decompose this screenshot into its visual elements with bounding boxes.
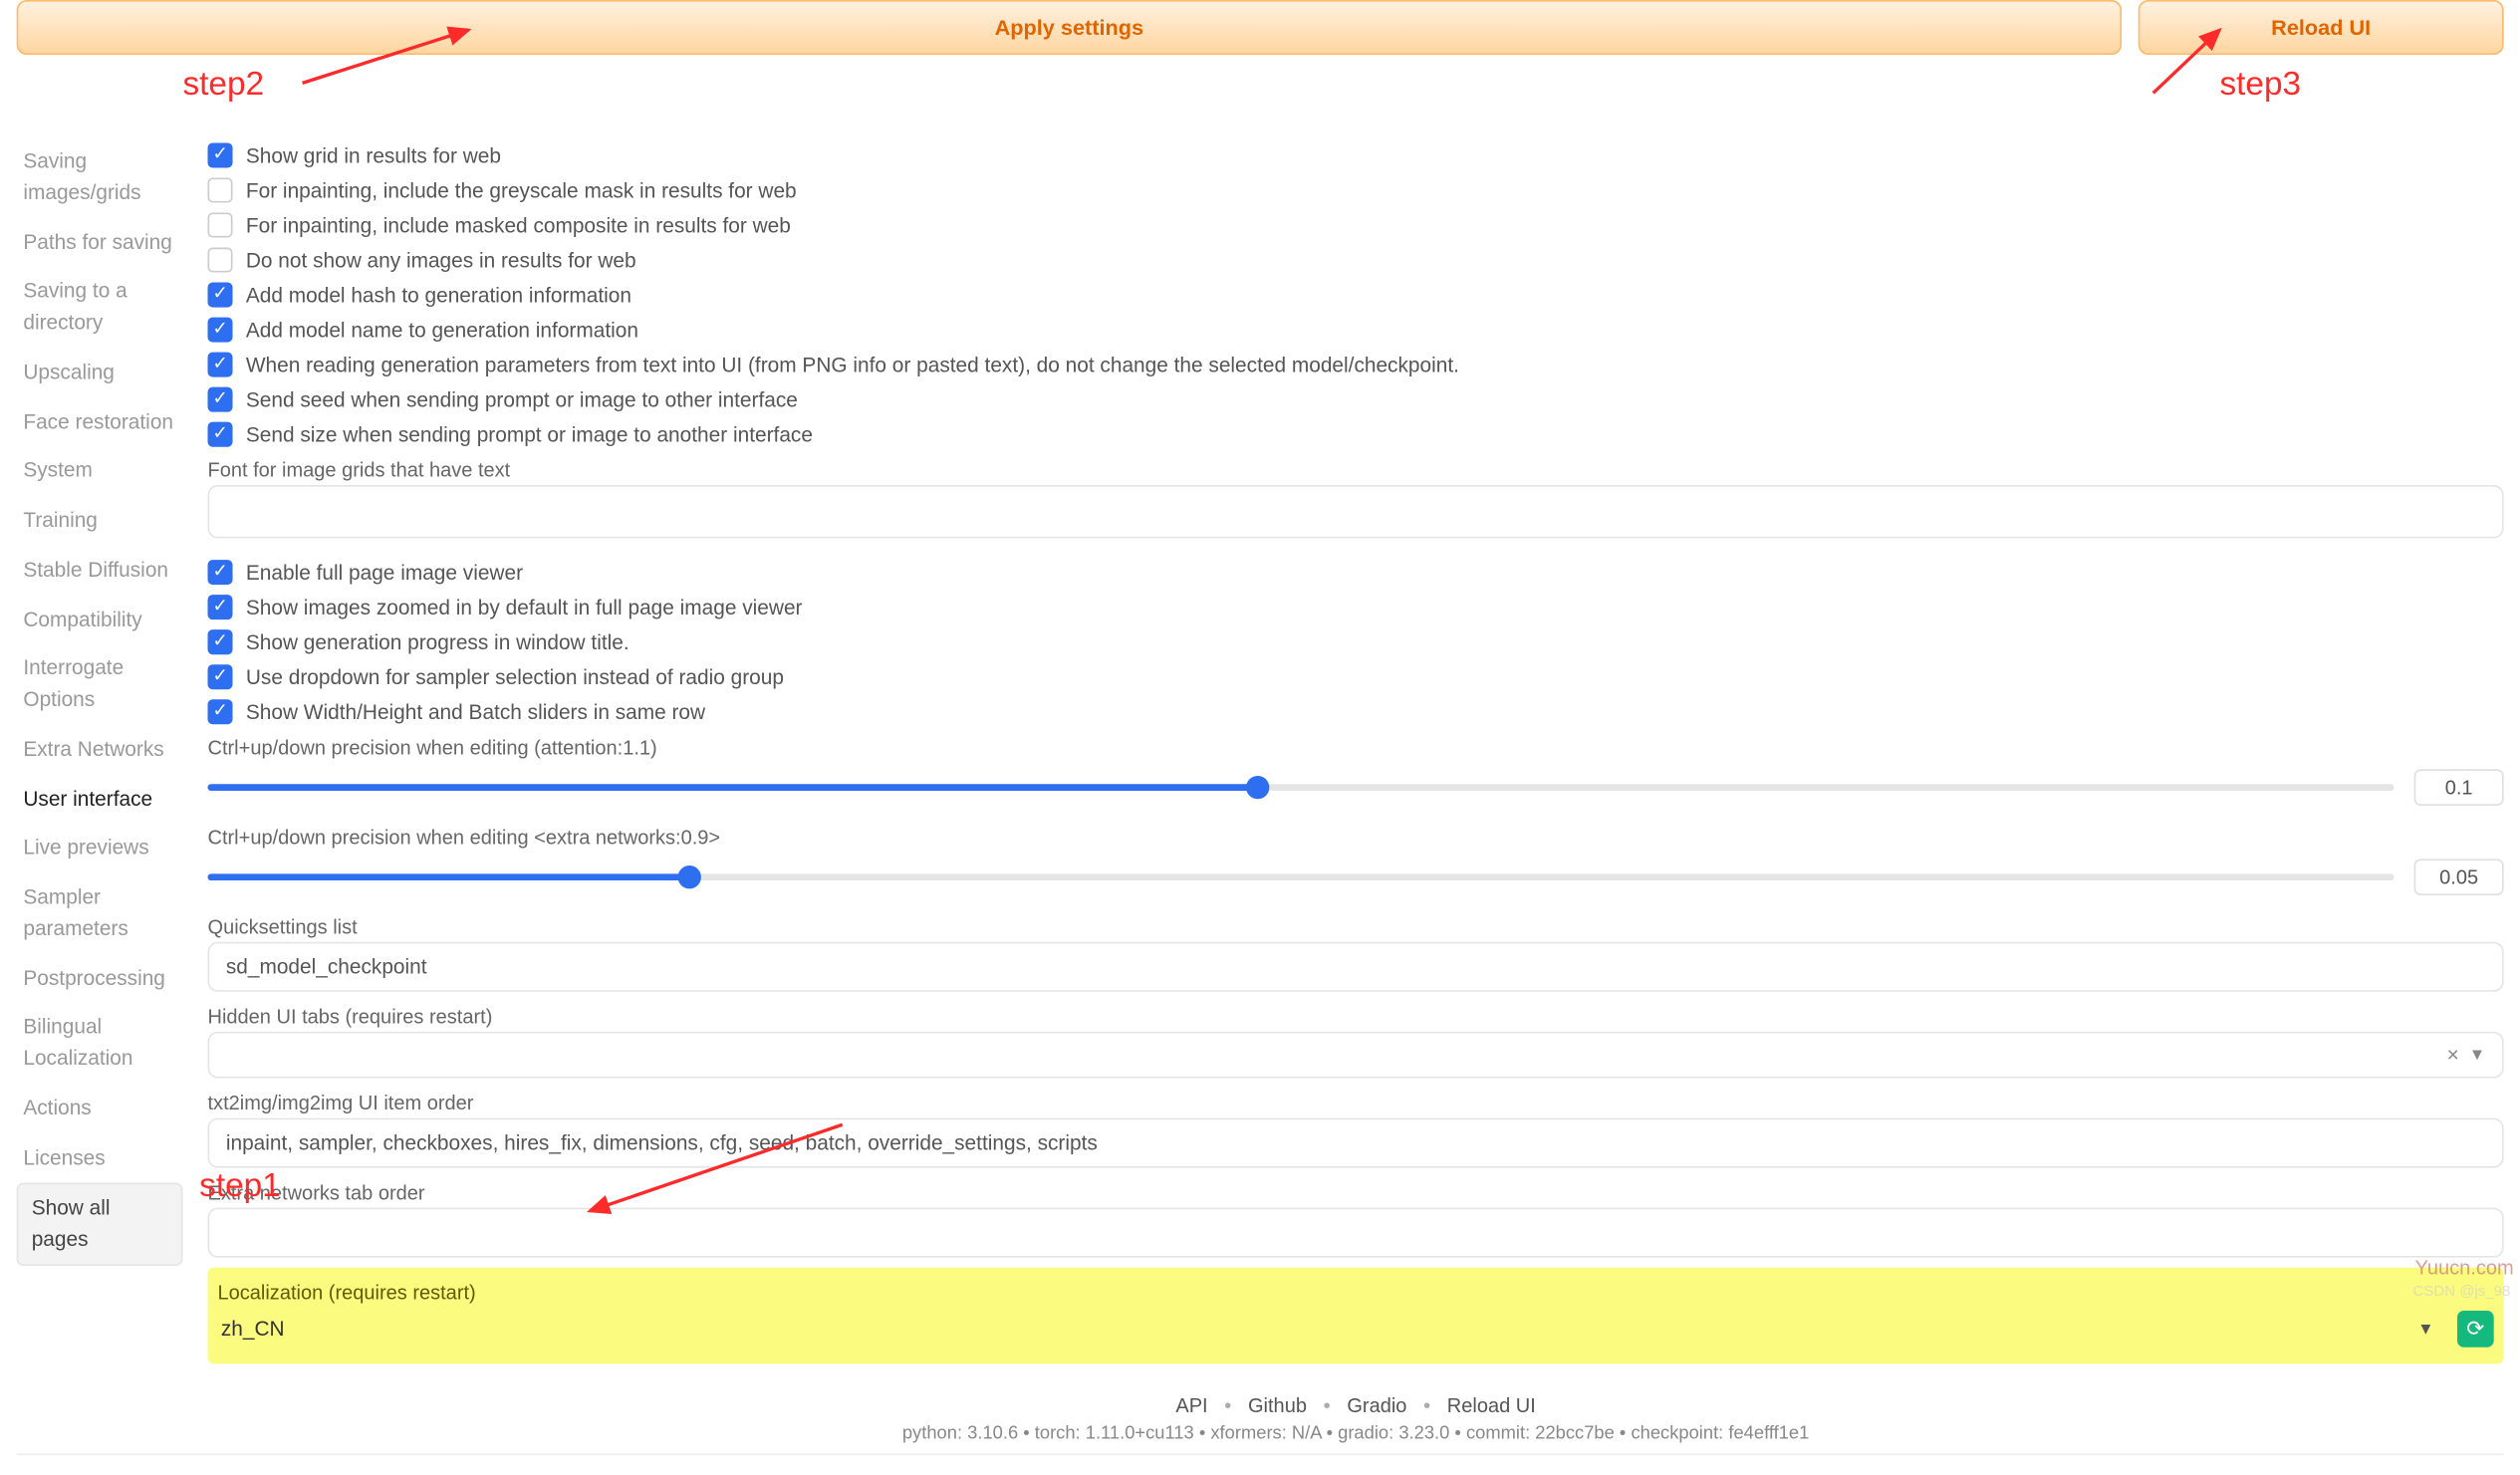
checkbox[interactable] xyxy=(208,213,233,238)
apply-settings-button[interactable]: Apply settings xyxy=(17,0,2122,55)
quicksettings-input[interactable] xyxy=(208,942,2504,992)
footer: API•Github•Gradio•Reload UI python: 3.10… xyxy=(208,1393,2504,1443)
setting-label: Use dropdown for sampler selection inste… xyxy=(246,665,784,688)
checkbox[interactable] xyxy=(208,177,233,202)
localization-section: Localization (requires restart) zh_CN ▼ … xyxy=(208,1268,2504,1364)
sidebar-item-upscaling[interactable]: Upscaling xyxy=(17,349,183,396)
quicksettings-label: Quicksettings list xyxy=(208,915,2504,938)
sidebar-item-user-interface[interactable]: User interface xyxy=(17,775,183,823)
sidebar-item-sampler-parameters[interactable]: Sampler parameters xyxy=(17,873,183,952)
footer-link-gradio[interactable]: Gradio xyxy=(1347,1393,1406,1416)
setting-label: Do not show any images in results for we… xyxy=(246,248,636,271)
setting-row: ✓ Use dropdown for sampler selection inst… xyxy=(208,659,2504,694)
sidebar-item-system[interactable]: System xyxy=(17,447,183,495)
setting-label: Show grid in results for web xyxy=(246,143,501,166)
sidebar-item-bilingual-localization[interactable]: Bilingual Localization xyxy=(17,1004,183,1083)
attention-precision-value[interactable]: 0.1 xyxy=(2414,769,2504,806)
sidebar-item-saving-images-grids[interactable]: Saving images/grids xyxy=(17,137,183,216)
sidebar-item-extra-networks[interactable]: Extra Networks xyxy=(17,725,183,773)
font-input[interactable] xyxy=(208,485,2504,538)
checkbox[interactable]: ✓ xyxy=(208,318,233,343)
footer-link-api[interactable]: API xyxy=(1175,1393,1207,1416)
checkbox[interactable]: ✓ xyxy=(208,560,233,585)
footer-link-reload-ui[interactable]: Reload UI xyxy=(1447,1393,1536,1416)
hidden-tabs-select[interactable]: × ▼ xyxy=(208,1032,2504,1079)
sidebar-item-training[interactable]: Training xyxy=(17,497,183,545)
slider1-label: Ctrl+up/down precision when editing (att… xyxy=(208,736,2504,759)
setting-label: Show Width/Height and Batch sliders in s… xyxy=(246,700,705,723)
hidden-tabs-label: Hidden UI tabs (requires restart) xyxy=(208,1005,2504,1028)
setting-label: Add model name to generation information xyxy=(246,318,638,341)
extra-networks-precision-value[interactable]: 0.05 xyxy=(2414,859,2504,895)
setting-label: Show images zoomed in by default in full… xyxy=(246,596,803,618)
checkbox[interactable]: ✓ xyxy=(208,699,233,724)
item-order-input[interactable] xyxy=(208,1118,2504,1168)
sidebar-item-stable-diffusion[interactable]: Stable Diffusion xyxy=(17,546,183,594)
setting-row: ✓ Show grid in results for web xyxy=(208,137,2504,172)
item-order-label: txt2img/img2img UI item order xyxy=(208,1092,2504,1114)
font-label: Font for image grids that have text xyxy=(208,458,2504,481)
checkbox[interactable]: ✓ xyxy=(208,387,233,412)
setting-row: ✓ When reading generation parameters from… xyxy=(208,348,2504,382)
sidebar-item-actions[interactable]: Actions xyxy=(17,1085,183,1132)
setting-row: ✓ Add model hash to generation informatio… xyxy=(208,278,2504,313)
extra-networks-precision-slider[interactable] xyxy=(208,873,2394,880)
setting-label: Show generation progress in window title… xyxy=(246,630,630,653)
tiny-watermark: CSDN @js_98 xyxy=(2413,1283,2511,1300)
settings-content: ✓ Show grid in results for web For inpaint… xyxy=(182,72,2503,1444)
slider2-label: Ctrl+up/down precision when editing <ext… xyxy=(208,826,2504,849)
sidebar-item-postprocessing[interactable]: Postprocessing xyxy=(17,954,183,1002)
sidebar-item-compatibility[interactable]: Compatibility xyxy=(17,596,183,643)
footer-link-github[interactable]: Github xyxy=(1248,1393,1307,1416)
extra-tab-order-input[interactable] xyxy=(208,1208,2504,1258)
setting-label: Add model hash to generation information xyxy=(246,283,631,306)
chevron-down-icon[interactable]: ▼ xyxy=(2404,1320,2447,1338)
reload-ui-button[interactable]: Reload UI xyxy=(2139,0,2504,55)
setting-label: Send seed when sending prompt or image t… xyxy=(246,387,798,410)
checkbox[interactable] xyxy=(208,248,233,273)
sidebar-item-licenses[interactable]: Licenses xyxy=(17,1133,183,1181)
watermark: Yuucn.com xyxy=(2415,1256,2514,1279)
setting-row: ✓ Show images zoomed in by default in ful… xyxy=(208,590,2504,624)
setting-label: For inpainting, include masked composite… xyxy=(246,213,791,236)
setting-row: ✓ Send seed when sending prompt or image … xyxy=(208,382,2504,417)
setting-row: ✓ Show generation progress in window titl… xyxy=(208,624,2504,659)
bottom-border xyxy=(17,1454,2504,1456)
localization-label: Localization (requires restart) xyxy=(218,1281,2494,1304)
sidebar-item-interrogate-options[interactable]: Interrogate Options xyxy=(17,645,183,724)
extra-tab-order-label: Extra networks tab order xyxy=(208,1181,2504,1204)
checkbox[interactable]: ✓ xyxy=(208,595,233,619)
checkbox[interactable]: ✓ xyxy=(208,422,233,447)
sidebar-item-live-previews[interactable]: Live previews xyxy=(17,825,183,872)
checkbox[interactable]: ✓ xyxy=(208,664,233,689)
attention-precision-slider[interactable] xyxy=(208,784,2394,791)
clear-icon[interactable]: × xyxy=(2437,1044,2469,1067)
setting-label: When reading generation parameters from … xyxy=(246,353,1459,375)
sidebar-item-face-restoration[interactable]: Face restoration xyxy=(17,397,183,445)
setting-label: Send size when sending prompt or image t… xyxy=(246,423,813,446)
localization-select[interactable]: zh_CN xyxy=(218,1311,2394,1348)
setting-row: ✓ Add model name to generation informatio… xyxy=(208,313,2504,348)
setting-row: Do not show any images in results for we… xyxy=(208,243,2504,278)
sidebar-item-saving-to-a-directory[interactable]: Saving to a directory xyxy=(17,268,183,347)
settings-sidebar: Saving images/gridsPaths for savingSavin… xyxy=(17,72,183,1444)
refresh-icon: ⟳ xyxy=(2466,1316,2484,1343)
chevron-down-icon: ▼ xyxy=(2469,1046,2486,1064)
setting-label: Enable full page image viewer xyxy=(246,561,523,584)
setting-row: ✓ Show Width/Height and Batch sliders in … xyxy=(208,694,2504,729)
setting-label: For inpainting, include the greyscale ma… xyxy=(246,178,797,201)
checkbox[interactable]: ✓ xyxy=(208,629,233,654)
setting-row: ✓ Send size when sending prompt or image … xyxy=(208,417,2504,452)
sidebar-item-show-all-pages[interactable]: Show all pages xyxy=(17,1183,183,1266)
setting-row: For inpainting, include the greyscale ma… xyxy=(208,172,2504,207)
checkbox[interactable]: ✓ xyxy=(208,353,233,377)
checkbox[interactable]: ✓ xyxy=(208,283,233,308)
setting-row: ✓ Enable full page image viewer xyxy=(208,555,2504,590)
sidebar-item-paths-for-saving[interactable]: Paths for saving xyxy=(17,218,183,266)
setting-row: For inpainting, include masked composite… xyxy=(208,208,2504,243)
checkbox[interactable]: ✓ xyxy=(208,142,233,167)
refresh-localization-button[interactable]: ⟳ xyxy=(2457,1311,2494,1348)
version-info: python: 3.10.6 • torch: 1.11.0+cu113 • x… xyxy=(208,1423,2504,1443)
